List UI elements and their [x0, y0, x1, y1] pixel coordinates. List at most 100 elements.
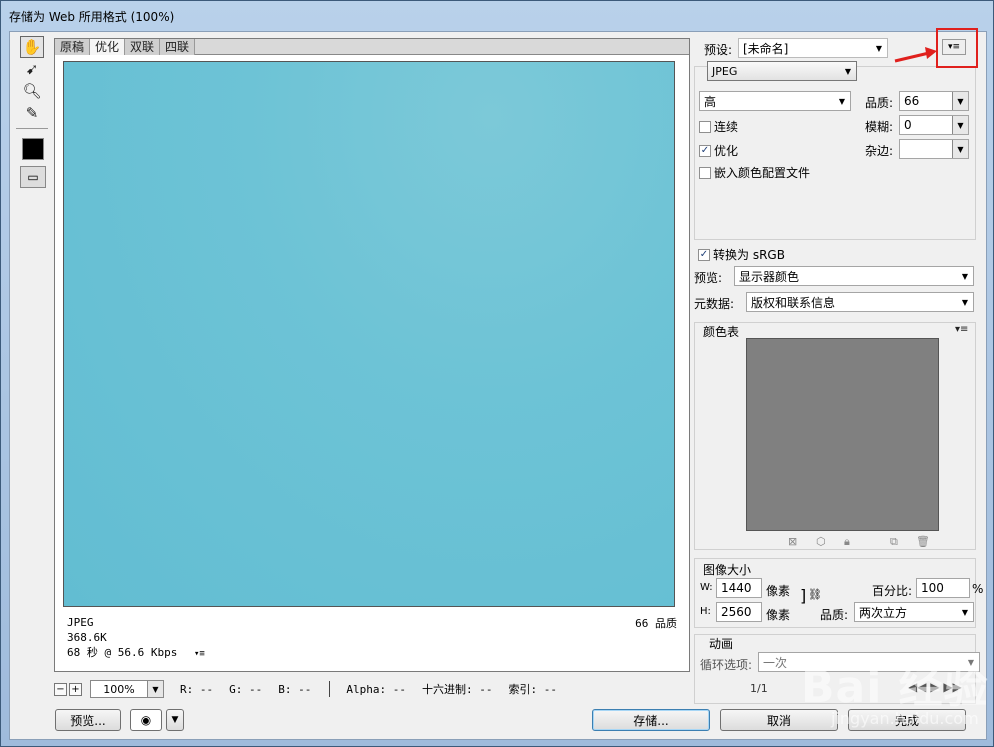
tool-separator	[16, 128, 48, 129]
baidu-watermark: Bai 经验	[801, 662, 989, 713]
map-transparent-icon[interactable]: ⊠	[788, 535, 797, 548]
optimization-settings-group: JPEG ▼ 高 ▼ 品质: 66 ▼ 连续 模糊: 0 ▼ ✓ 优化 杂边: …	[694, 61, 976, 240]
height-input[interactable]: 2560	[716, 602, 762, 622]
readout-index: 索引: --	[508, 683, 557, 696]
chevron-down-icon: ▼	[961, 271, 969, 281]
view-tabs: 原稿 优化 双联 四联	[55, 39, 689, 55]
dialog-client: ✋ ➹ 🔍︎ ✎ ▭ 原稿 优化 双联 四联 JPEG 368.6K 68 秒 …	[9, 31, 987, 740]
preview-color-select[interactable]: 显示器颜色 ▼	[734, 266, 974, 286]
chevron-down-icon: ▼	[952, 140, 968, 158]
window-title: 存储为 Web 所用格式 (100%)	[9, 10, 175, 24]
tab-2-up[interactable]: 双联	[125, 39, 161, 55]
trash-icon[interactable]: 🗑︎	[916, 535, 930, 548]
tab-4-up[interactable]: 四联	[160, 39, 196, 55]
height-unit: 像素	[766, 608, 791, 622]
file-format-select[interactable]: JPEG ▼	[707, 61, 857, 81]
info-size: 368.6K	[67, 631, 107, 644]
tab-optimized[interactable]: 优化	[90, 39, 126, 55]
optimized-image-preview[interactable]	[63, 61, 675, 607]
metadata-select[interactable]: 版权和联系信息 ▼	[746, 292, 974, 312]
chevron-down-icon: ▼	[952, 92, 968, 110]
baidu-watermark-url: jingyan.baidu.com	[831, 709, 979, 728]
matte-select[interactable]: ▼	[899, 139, 969, 159]
download-menu-icon[interactable]: ▾≡	[194, 649, 205, 659]
width-label: W:	[700, 582, 713, 593]
embed-profile-checkbox[interactable]: 嵌入颜色配置文件	[699, 164, 810, 181]
hand-icon[interactable]: ✋	[20, 36, 44, 58]
zoom-out-button[interactable]: −	[54, 682, 67, 696]
zoom-icon[interactable]: 🔍︎	[20, 80, 44, 102]
metadata-label: 元数据:	[694, 297, 735, 311]
tab-original[interactable]: 原稿	[55, 39, 91, 55]
color-table-menu-icon[interactable]: ▾≡	[955, 324, 968, 335]
slice-select-icon[interactable]: ➹	[20, 58, 44, 80]
readout-g: G: --	[229, 682, 263, 696]
chevron-down-icon: ▼	[952, 116, 968, 134]
save-for-web-dialog: 存储为 Web 所用格式 (100%) ✋ ➹ 🔍︎ ✎ ▭ 原稿 优化 双联 …	[0, 0, 994, 747]
readout-r: R: --	[180, 682, 214, 696]
eyedropper-icon[interactable]: ✎	[20, 102, 44, 124]
checkbox-box	[699, 120, 711, 133]
preview-panel: 原稿 优化 双联 四联 JPEG 368.6K 68 秒 @ 56.6 Kbps…	[54, 38, 690, 672]
browser-menu-chevron-icon[interactable]: ▼	[166, 709, 184, 731]
image-size-title: 图像大小	[703, 563, 752, 577]
chevron-down-icon: ▼	[961, 297, 969, 307]
highlight-box	[936, 28, 978, 68]
browser-icon[interactable]: ◉	[130, 709, 162, 731]
matte-label: 杂边:	[865, 144, 894, 158]
web-shift-icon[interactable]: ⬡	[816, 535, 826, 548]
percent-label: 百分比:	[872, 584, 913, 598]
checkmark-icon: ✓	[698, 248, 710, 261]
chain-link-icon[interactable]: ⛓	[808, 588, 822, 601]
chevron-down-icon: ▼	[838, 96, 846, 106]
quality-input[interactable]: 66 ▼	[899, 91, 969, 111]
convert-srgb-checkbox[interactable]: ✓ 转换为 sRGB	[698, 246, 785, 263]
checkbox-box	[699, 166, 711, 179]
quality-label: 品质:	[865, 96, 894, 110]
loop-options-label: 循环选项:	[700, 658, 753, 672]
animation-title: 动画	[709, 637, 734, 651]
tool-palette: ✋ ➹ 🔍︎ ✎ ▭	[16, 36, 48, 676]
optimization-info: JPEG 368.6K 68 秒 @ 56.6 Kbps ▾≡	[67, 615, 205, 662]
height-label: H:	[700, 606, 711, 617]
percent-unit: %	[972, 582, 984, 596]
blur-input[interactable]: 0 ▼	[899, 115, 969, 135]
chevron-down-icon: ▼	[875, 43, 883, 53]
zoom-in-button[interactable]: +	[69, 682, 82, 696]
width-input[interactable]: 1440	[716, 578, 762, 598]
percent-input[interactable]: 100	[916, 578, 970, 598]
chevron-down-icon: ▼	[844, 66, 852, 76]
preview-label: 预览:	[694, 271, 723, 285]
readout-hex: 十六进制: --	[421, 683, 493, 696]
chevron-down-icon: ▼	[147, 681, 163, 697]
divider	[329, 681, 331, 697]
frame-counter: 1/1	[750, 682, 768, 695]
eyedropper-color-swatch[interactable]	[22, 138, 44, 160]
blur-label: 模糊:	[865, 120, 894, 134]
info-quality: 66 品质	[635, 617, 677, 630]
compression-quality-select[interactable]: 高 ▼	[699, 91, 851, 111]
optimized-checkbox[interactable]: ✓ 优化	[699, 142, 738, 159]
readout-b: B: --	[278, 682, 312, 696]
preset-select[interactable]: [未命名] ▼	[738, 38, 888, 58]
settings-panel: 预设: [未命名] ▼ ▾≡ JPEG ▼ 高 ▼ 品质: 66 ▼ 连续 模糊…	[688, 32, 984, 741]
info-download-time: 68 秒 @ 56.6 Kbps ▾≡	[67, 646, 205, 659]
width-unit: 像素	[766, 584, 791, 598]
color-table-title: 颜色表	[703, 325, 740, 339]
lock-color-icon[interactable]: 🔒︎	[844, 535, 850, 549]
resample-quality-select[interactable]: 两次立方 ▼	[854, 602, 974, 622]
preset-label: 预设:	[704, 43, 733, 57]
progressive-checkbox[interactable]: 连续	[699, 118, 738, 135]
preview-button[interactable]: 预览...	[55, 709, 121, 731]
resample-quality-label: 品质:	[820, 608, 849, 622]
toggle-slices-icon[interactable]: ▭	[20, 166, 46, 188]
red-arrow-icon	[894, 47, 937, 63]
zoom-and-readout-bar: − + 100% ▼ R: -- G: -- B: -- Alpha: -- 十…	[54, 679, 694, 699]
readout-alpha: Alpha: --	[346, 682, 406, 696]
link-bracket-icon: ]	[800, 586, 807, 605]
chevron-down-icon: ▼	[961, 607, 969, 617]
zoom-level-select[interactable]: 100% ▼	[90, 680, 164, 698]
new-color-icon[interactable]: ⧉	[890, 535, 898, 549]
info-format: JPEG	[67, 616, 94, 629]
color-table-swatches[interactable]	[746, 338, 939, 531]
